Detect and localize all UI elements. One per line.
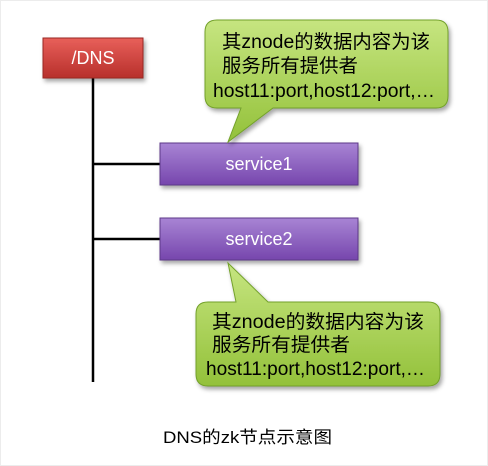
callout-line: 服务所有提供者 (212, 334, 350, 356)
root-node: /DNS (42, 37, 144, 79)
service-node-label: service2 (225, 229, 292, 249)
callout-line: 其znode的数据内容为该 (222, 31, 430, 53)
zk-node-diagram: /DNS service1 service2 其znode的数据内容为该 服务所… (0, 0, 488, 466)
service-node-1: service1 (159, 142, 359, 186)
service-node-2: service2 (159, 217, 359, 261)
diagram-canvas: /DNS service1 service2 其znode的数据内容为该 服务所… (0, 0, 488, 466)
callout-line: host11:port,host12:port,… (206, 359, 425, 380)
callout-line: 其znode的数据内容为该 (212, 311, 424, 333)
callout-line: 服务所有提供者 (222, 55, 358, 77)
diagram-caption: DNS的zk节点示意图 (163, 428, 332, 447)
service-node-label: service1 (225, 154, 292, 174)
root-node-label: /DNS (71, 48, 114, 68)
callout-line: host11:port,host12:port,… (213, 81, 435, 102)
